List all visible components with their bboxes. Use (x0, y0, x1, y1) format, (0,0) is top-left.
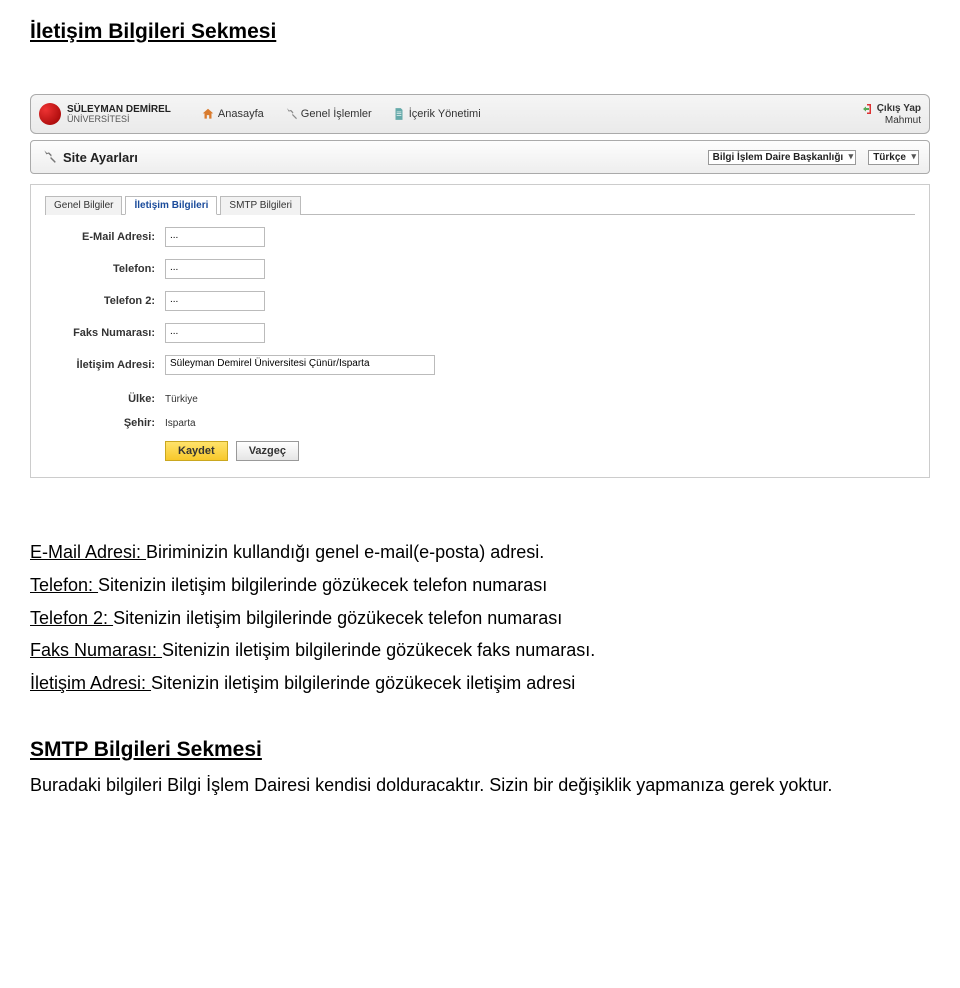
cancel-button[interactable]: Vazgeç (236, 441, 299, 461)
uni-name: SÜLEYMAN DEMİREL (67, 105, 171, 115)
adres-desc-title: İletişim Adresi: (30, 673, 151, 693)
tel-desc: Sitenizin iletişim bilgilerinde gözükece… (98, 575, 547, 595)
logout-icon (862, 103, 874, 115)
ulke-label: Ülke: (45, 393, 165, 405)
ulke-value: Türkiye (165, 394, 198, 405)
tel2-desc-title: Telefon 2: (30, 608, 113, 628)
sehir-label: Şehir: (45, 417, 165, 429)
nav-label: İçerik Yönetimi (409, 108, 481, 120)
adres-input[interactable]: Süleyman Demirel Üniversitesi Çünür/Ispa… (165, 355, 435, 375)
tel-input[interactable]: ... (165, 259, 265, 279)
smtp-body: Buradaki bilgileri Bilgi İşlem Dairesi k… (30, 772, 930, 799)
save-button[interactable]: Kaydet (165, 441, 228, 461)
uni-logo (39, 103, 61, 125)
tools-icon (284, 107, 298, 121)
tab-smtp[interactable]: SMTP Bilgileri (220, 196, 301, 215)
tel2-desc: Sitenizin iletişim bilgilerinde gözükece… (113, 608, 562, 628)
email-input[interactable]: ... (165, 227, 265, 247)
department-select[interactable]: Bilgi İşlem Daire Başkanlığı (708, 150, 857, 165)
uni-title-block: SÜLEYMAN DEMİREL ÜNİVERSİTESİ (67, 105, 171, 124)
nav-home[interactable]: Anasayfa (201, 107, 264, 121)
panel-title: Site Ayarları (63, 150, 138, 165)
tab-contact[interactable]: İletişim Bilgileri (125, 196, 217, 215)
faks-label: Faks Numarası: (45, 327, 165, 339)
tel2-input[interactable]: ... (165, 291, 265, 311)
faks-input[interactable]: ... (165, 323, 265, 343)
tabs: Genel Bilgiler İletişim Bilgileri SMTP B… (45, 195, 915, 215)
faks-desc: Sitenizin iletişim bilgilerinde gözükece… (162, 640, 595, 660)
tel2-label: Telefon 2: (45, 295, 165, 307)
sehir-value: Isparta (165, 418, 196, 429)
language-select[interactable]: Türkçe (868, 150, 919, 165)
form-container: Genel Bilgiler İletişim Bilgileri SMTP B… (30, 184, 930, 478)
user-name: Mahmut (885, 115, 921, 126)
logout-label: Çıkış Yap (877, 103, 921, 114)
uni-sub: ÜNİVERSİTESİ (67, 115, 171, 124)
nav-content[interactable]: İçerik Yönetimi (392, 107, 481, 121)
descriptions: E-Mail Adresi: Biriminizin kullandığı ge… (30, 538, 930, 698)
email-desc: Biriminizin kullandığı genel e-mail(e-po… (146, 542, 544, 562)
tel-label: Telefon: (45, 263, 165, 275)
doc-heading: İletişim Bilgileri Sekmesi (30, 20, 930, 44)
email-label: E-Mail Adresi: (45, 231, 165, 243)
nav-label: Anasayfa (218, 108, 264, 120)
nav-general[interactable]: Genel İşlemler (284, 107, 372, 121)
email-desc-title: E-Mail Adresi: (30, 542, 146, 562)
gear-icon (41, 149, 57, 165)
panel-header: Site Ayarları Bilgi İşlem Daire Başkanlı… (30, 140, 930, 174)
doc-icon (392, 107, 406, 121)
adres-desc: Sitenizin iletişim bilgilerinde gözükece… (151, 673, 575, 693)
home-icon (201, 107, 215, 121)
adres-label: İletişim Adresi: (45, 359, 165, 371)
nav-label: Genel İşlemler (301, 108, 372, 120)
tel-desc-title: Telefon: (30, 575, 98, 595)
faks-desc-title: Faks Numarası: (30, 640, 162, 660)
top-navbar: SÜLEYMAN DEMİREL ÜNİVERSİTESİ Anasayfa G… (30, 94, 930, 134)
tab-general[interactable]: Genel Bilgiler (45, 196, 122, 215)
smtp-heading: SMTP Bilgileri Sekmesi (30, 738, 930, 762)
logout-link[interactable]: Çıkış Yap (862, 103, 921, 115)
